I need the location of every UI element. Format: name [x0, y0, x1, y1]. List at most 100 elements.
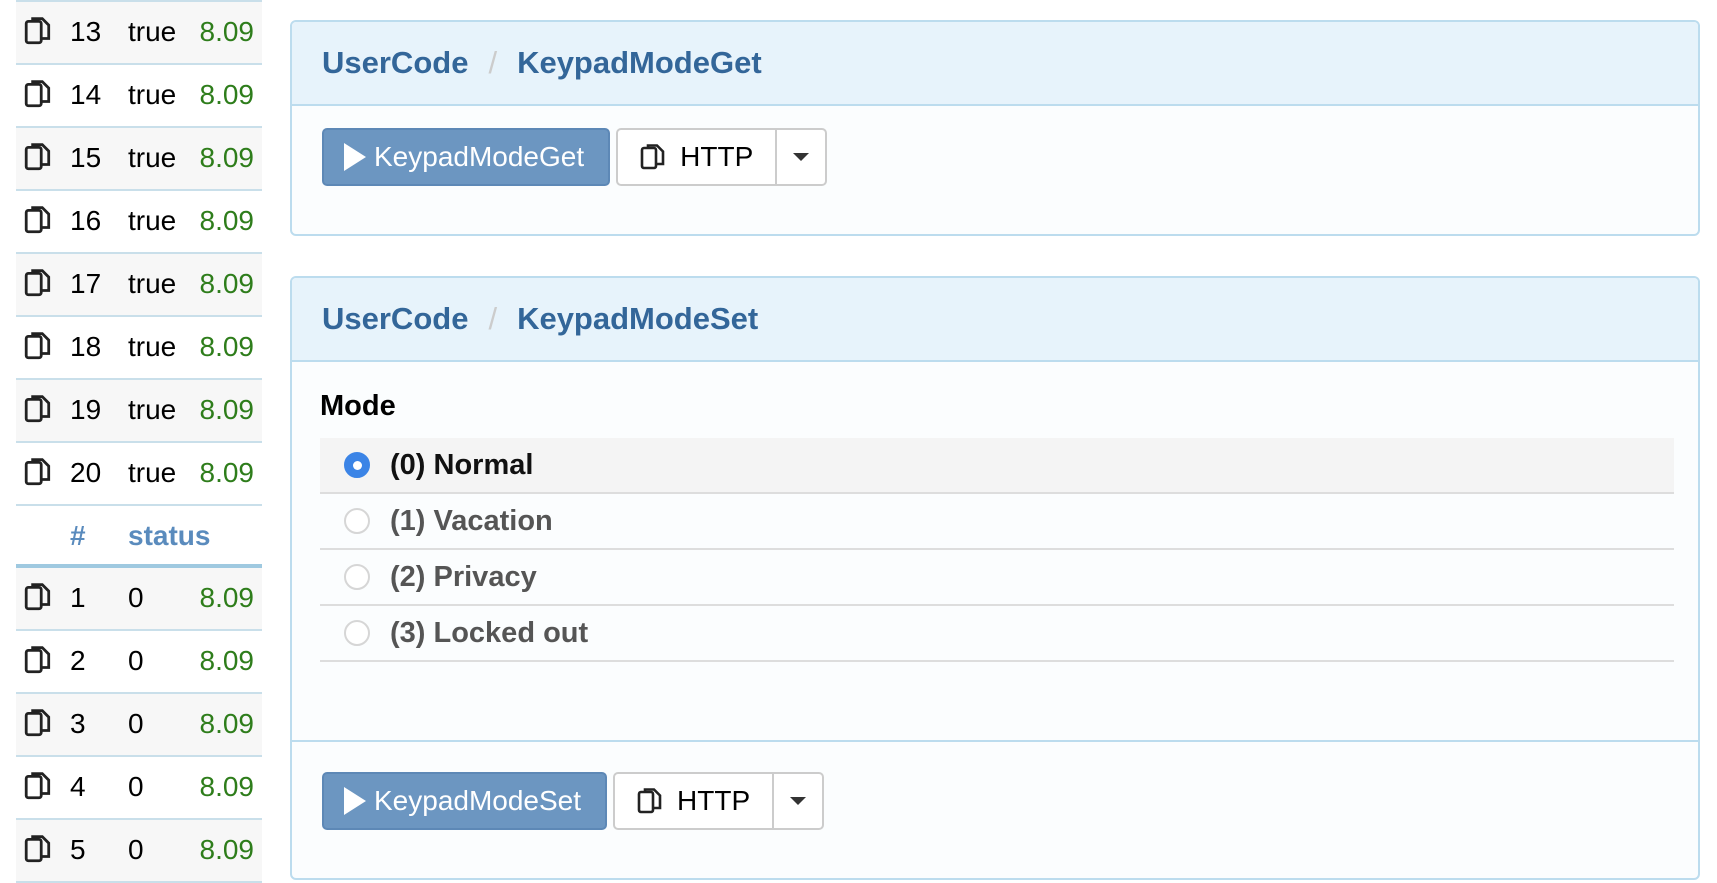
copy-icon[interactable] — [24, 457, 52, 487]
http-dropdown-toggle[interactable] — [774, 772, 825, 830]
row-status: true — [128, 79, 177, 110]
copy-icon[interactable] — [24, 582, 52, 612]
row-status: 0 — [128, 771, 144, 802]
copy-icon[interactable] — [24, 645, 52, 675]
caret-down-icon — [793, 153, 810, 161]
copy-icon — [640, 144, 665, 170]
breadcrumb-method[interactable]: KeypadModeGet — [517, 45, 762, 81]
table-row: 3 0 8.09 — [16, 694, 262, 757]
http-button-label: HTTP — [680, 141, 754, 172]
row-version: 8.09 — [199, 394, 255, 425]
row-status: 0 — [128, 834, 144, 865]
copy-icon[interactable] — [24, 142, 52, 172]
row-number: 19 — [70, 394, 102, 425]
breadcrumb-class[interactable]: UserCode — [322, 301, 468, 337]
row-status: true — [128, 205, 177, 236]
table-header: # status — [16, 506, 262, 568]
row-version: 8.09 — [199, 582, 255, 613]
run-keypad-mode-get-button[interactable]: KeypadModeGet — [322, 128, 611, 186]
breadcrumb-method[interactable]: KeypadModeSet — [517, 301, 758, 337]
row-status: true — [128, 142, 177, 173]
table-row: 16 true 8.09 — [16, 191, 262, 254]
http-button-group: HTTP — [613, 772, 825, 830]
mode-option[interactable]: (2) Privacy — [320, 550, 1674, 606]
row-status: true — [128, 16, 177, 47]
run-button-label: KeypadModeSet — [374, 785, 582, 816]
row-version: 8.09 — [199, 205, 255, 236]
row-number: 18 — [70, 331, 102, 362]
row-number: 1 — [70, 582, 86, 613]
row-status: true — [128, 457, 177, 488]
copy-icon[interactable] — [24, 79, 52, 109]
radio-button[interactable] — [344, 564, 370, 590]
row-version: 8.09 — [199, 331, 255, 362]
action-bar: KeypadModeGet HTTP — [322, 128, 828, 186]
http-dropdown-toggle[interactable] — [777, 128, 828, 186]
row-version: 8.09 — [199, 834, 255, 865]
row-number: 16 — [70, 205, 102, 236]
mode-option[interactable]: (3) Locked out — [320, 606, 1674, 662]
copy-icon[interactable] — [24, 834, 52, 864]
copy-http-button[interactable]: HTTP — [616, 128, 778, 186]
copy-icon[interactable] — [24, 205, 52, 235]
row-status: true — [128, 394, 177, 425]
copy-icon[interactable] — [24, 771, 52, 801]
row-number: 3 — [70, 708, 86, 739]
panel-header: UserCode / KeypadModeGet — [292, 22, 1698, 106]
mode-radio-group: (0) Normal (1) Vacation (2) Privacy (3) Loc… — [320, 438, 1674, 662]
breadcrumb-separator: / — [488, 45, 498, 80]
http-button-label: HTTP — [677, 785, 751, 816]
table-row: 20 true 8.09 — [16, 443, 262, 506]
copy-icon[interactable] — [24, 708, 52, 738]
radio-button[interactable] — [344, 620, 370, 646]
play-icon — [344, 787, 366, 815]
table-row: 5 0 8.09 — [16, 820, 262, 883]
row-version: 8.09 — [199, 771, 255, 802]
row-number: 13 — [70, 16, 102, 47]
table-row: 13 true 8.09 — [16, 0, 262, 65]
row-version: 8.09 — [199, 79, 255, 110]
copy-icon[interactable] — [24, 331, 52, 361]
row-version: 8.09 — [199, 16, 255, 47]
copy-icon[interactable] — [24, 16, 52, 46]
row-status: true — [128, 331, 177, 362]
table-row: 2 0 8.09 — [16, 631, 262, 694]
copy-icon[interactable] — [24, 394, 52, 424]
mode-option[interactable]: (1) Vacation — [320, 494, 1674, 550]
row-status: 0 — [128, 708, 144, 739]
panel-header: UserCode / KeypadModeSet — [292, 278, 1698, 362]
row-number: 15 — [70, 142, 102, 173]
table-row: 18 true 8.09 — [16, 317, 262, 380]
left-results-table: 13 true 8.09 14 true 8.09 15 true 8.09 16 true 8.09… — [16, 0, 262, 883]
run-button-label: KeypadModeGet — [374, 141, 585, 172]
run-keypad-mode-set-button[interactable]: KeypadModeSet — [322, 772, 608, 830]
mode-field-label: Mode — [320, 390, 396, 422]
mode-option-label: (1) Vacation — [390, 504, 553, 537]
panel-footer-divider — [292, 740, 1698, 742]
table-row: 15 true 8.09 — [16, 128, 262, 191]
row-version: 8.09 — [199, 457, 255, 488]
radio-button[interactable] — [344, 508, 370, 534]
breadcrumb-class[interactable]: UserCode — [322, 45, 468, 81]
column-header-status[interactable]: status — [128, 520, 210, 552]
table-row: 4 0 8.09 — [16, 757, 262, 820]
row-number: 2 — [70, 645, 86, 676]
row-number: 20 — [70, 457, 102, 488]
mode-option-label: (3) Locked out — [390, 616, 589, 649]
action-bar: KeypadModeSet HTTP — [322, 772, 825, 830]
row-version: 8.09 — [199, 708, 255, 739]
http-button-group: HTTP — [616, 128, 828, 186]
row-status: true — [128, 268, 177, 299]
radio-button[interactable] — [344, 452, 370, 478]
copy-http-button[interactable]: HTTP — [613, 772, 775, 830]
row-number: 17 — [70, 268, 102, 299]
row-number: 14 — [70, 79, 102, 110]
row-version: 8.09 — [199, 645, 255, 676]
row-status: 0 — [128, 582, 144, 613]
mode-option-label: (0) Normal — [390, 448, 534, 481]
mode-option[interactable]: (0) Normal — [320, 438, 1674, 494]
copy-icon[interactable] — [24, 268, 52, 298]
column-header-number[interactable]: # — [70, 520, 86, 552]
panel-keypad-mode-set: UserCode / KeypadModeSet Mode (0) Normal… — [290, 276, 1700, 880]
copy-icon — [637, 788, 662, 814]
